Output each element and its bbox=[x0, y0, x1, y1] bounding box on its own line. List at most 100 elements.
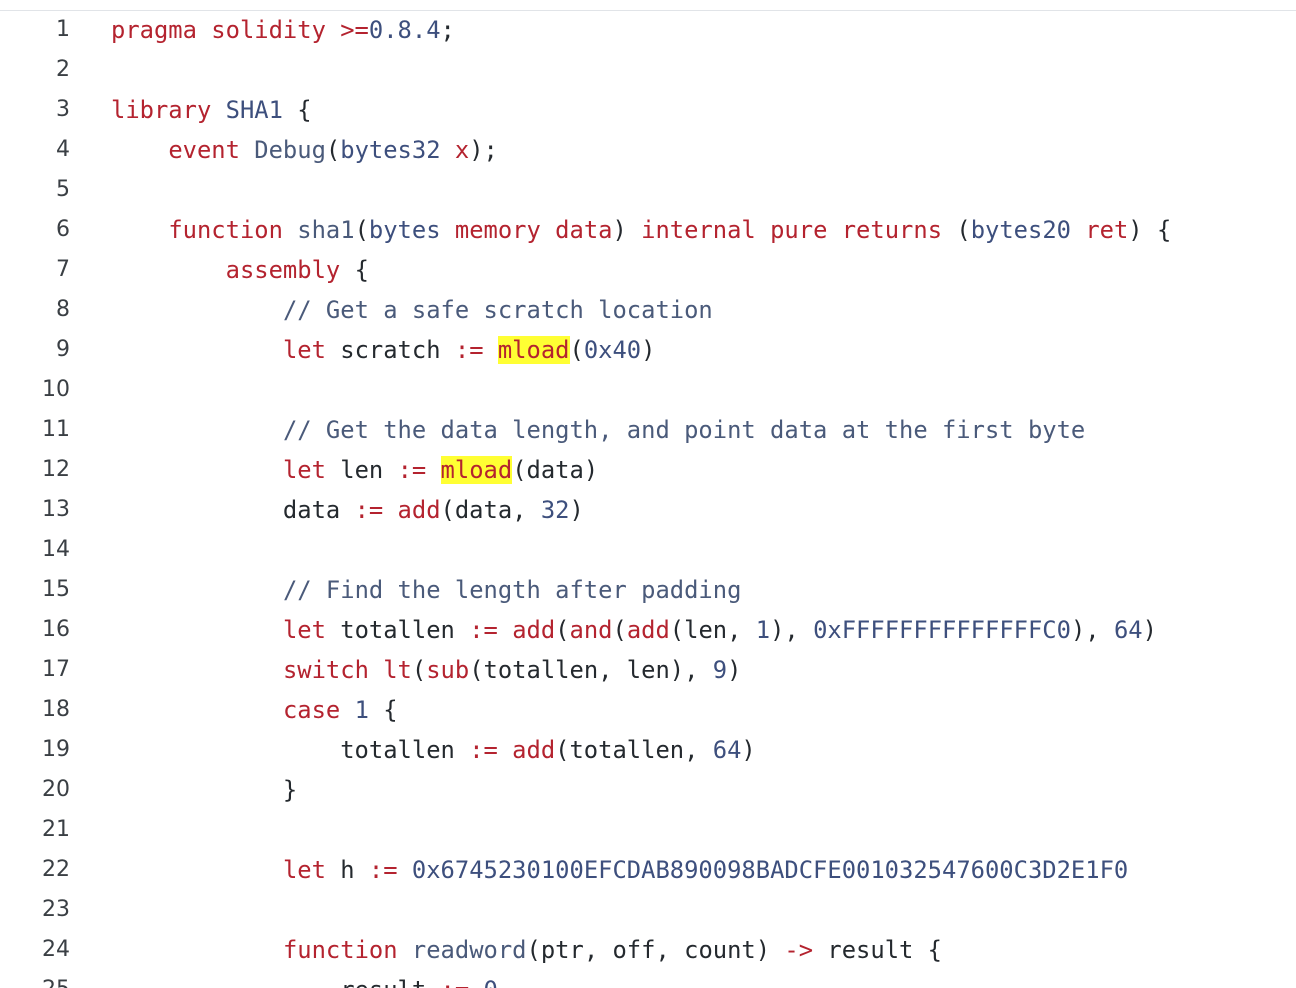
code-line: 4 event Debug(bytes32 x); bbox=[0, 130, 1296, 170]
code-token: // Get the data length, and point data a… bbox=[282, 416, 1086, 444]
code-line: 18 case 1 { bbox=[0, 690, 1296, 730]
code-token: } bbox=[111, 776, 298, 804]
code-token: := bbox=[469, 616, 498, 644]
code-token: readword bbox=[411, 936, 527, 964]
line-number[interactable]: 13 bbox=[0, 490, 70, 530]
code-token: 64 bbox=[1113, 616, 1143, 644]
line-number[interactable]: 22 bbox=[0, 850, 70, 890]
line-number[interactable]: 23 bbox=[0, 890, 70, 930]
code-token: ( bbox=[411, 656, 427, 684]
code-token: add bbox=[512, 736, 556, 764]
code-token: x bbox=[454, 136, 470, 164]
line-number[interactable]: 9 bbox=[0, 330, 70, 370]
code-token: 9 bbox=[712, 656, 728, 684]
code-token: { bbox=[340, 256, 369, 284]
code-token: := bbox=[368, 856, 398, 884]
code-token: 0.8.4 bbox=[368, 16, 441, 44]
line-number[interactable]: 2 bbox=[0, 50, 70, 90]
code-token: (totallen, bbox=[555, 736, 713, 764]
line-code: let len := mload(data) bbox=[111, 450, 598, 490]
line-code: // Get the data length, and point data a… bbox=[111, 410, 1085, 450]
code-token: ); bbox=[469, 136, 498, 164]
code-token: 0x6745230100EFCDAB890098BADCFE0010325476… bbox=[411, 856, 1129, 884]
code-token: ) bbox=[741, 736, 756, 764]
line-number[interactable]: 24 bbox=[0, 930, 70, 970]
line-code: let totallen := add(and(add(len, 1), 0xF… bbox=[111, 610, 1157, 650]
code-token: switch bbox=[282, 656, 369, 684]
code-line: 15 // Find the length after padding bbox=[0, 570, 1296, 610]
code-line: 3 library SHA1 { bbox=[0, 90, 1296, 130]
line-number[interactable]: 20 bbox=[0, 770, 70, 810]
code-token: ) bbox=[612, 216, 642, 244]
line-number[interactable]: 16 bbox=[0, 610, 70, 650]
line-number[interactable]: 7 bbox=[0, 250, 70, 290]
line-number[interactable]: 8 bbox=[0, 290, 70, 330]
line-number[interactable]: 12 bbox=[0, 450, 70, 490]
code-token: let bbox=[282, 456, 326, 484]
code-token: (data) bbox=[512, 456, 599, 484]
code-token: assembly bbox=[225, 256, 341, 284]
code-line: 25 result := 0 bbox=[0, 970, 1296, 988]
code-line: 5 bbox=[0, 170, 1296, 210]
code-token: SHA1 bbox=[225, 96, 283, 124]
code-token: bytes20 bbox=[970, 216, 1071, 244]
line-number[interactable]: 11 bbox=[0, 410, 70, 450]
line-number[interactable]: 10 bbox=[0, 370, 70, 410]
code-token: (len, bbox=[669, 616, 756, 644]
code-token: ( bbox=[612, 616, 627, 644]
line-code: // Get a safe scratch location bbox=[111, 290, 713, 330]
code-token: := bbox=[354, 496, 384, 524]
code-token: bytes32 bbox=[340, 136, 441, 164]
code-token: ) bbox=[569, 496, 584, 524]
code-line: 9 let scratch := mload(0x40) bbox=[0, 330, 1296, 370]
line-code: library SHA1 { bbox=[111, 90, 312, 130]
code-token: totallen bbox=[325, 616, 470, 644]
code-token: lt bbox=[383, 656, 412, 684]
code-token: scratch bbox=[325, 336, 455, 364]
code-token: ( bbox=[354, 216, 369, 244]
line-number[interactable]: 17 bbox=[0, 650, 70, 690]
code-token: ), bbox=[1070, 616, 1114, 644]
line-number[interactable]: 1 bbox=[0, 10, 70, 50]
line-code: totallen := add(totallen, 64) bbox=[111, 730, 756, 770]
line-number[interactable]: 6 bbox=[0, 210, 70, 250]
code-line: 17 switch lt(sub(totallen, len), 9) bbox=[0, 650, 1296, 690]
line-number[interactable]: 15 bbox=[0, 570, 70, 610]
code-token: 0xFFFFFFFFFFFFFFC0 bbox=[813, 616, 1071, 644]
line-number[interactable]: 3 bbox=[0, 90, 70, 130]
code-token: ) bbox=[641, 336, 656, 364]
code-line: 14 bbox=[0, 530, 1296, 570]
highlighted-match: mload bbox=[440, 456, 513, 484]
code-line: 12 let len := mload(data) bbox=[0, 450, 1296, 490]
line-number[interactable]: 5 bbox=[0, 170, 70, 210]
code-token: internal bbox=[641, 216, 756, 244]
code-line: 24 function readword(ptr, off, count) ->… bbox=[0, 930, 1296, 970]
line-code: case 1 { bbox=[111, 690, 398, 730]
code-line: 13 data := add(data, 32) bbox=[0, 490, 1296, 530]
line-number[interactable]: 21 bbox=[0, 810, 70, 850]
line-number[interactable]: 25 bbox=[0, 970, 70, 988]
line-number[interactable]: 14 bbox=[0, 530, 70, 570]
code-token: add bbox=[626, 616, 670, 644]
line-code: } bbox=[111, 770, 297, 810]
code-token: result { bbox=[813, 936, 943, 964]
line-number[interactable]: 19 bbox=[0, 730, 70, 770]
line-number[interactable]: 4 bbox=[0, 130, 70, 170]
code-token: ) bbox=[727, 656, 742, 684]
line-code: event Debug(bytes32 x); bbox=[111, 130, 498, 170]
line-number[interactable]: 18 bbox=[0, 690, 70, 730]
